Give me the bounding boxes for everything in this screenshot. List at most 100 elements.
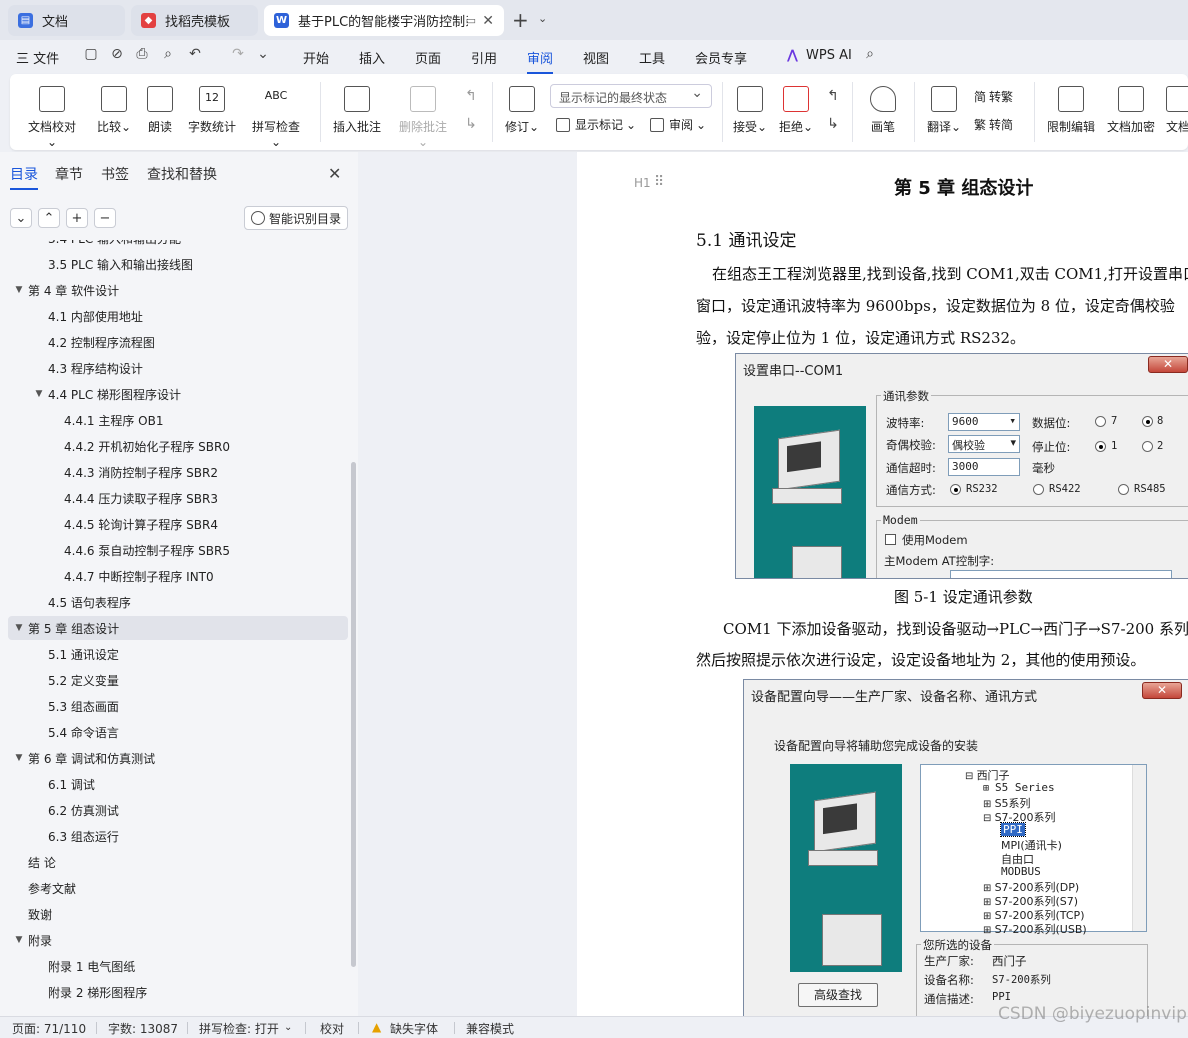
toc-item[interactable]: 附录 2 梯形图程序	[8, 980, 348, 1004]
chevron-down-icon[interactable]: ⌄	[254, 46, 272, 64]
toc-item[interactable]: 5.3 组态画面	[8, 694, 348, 718]
menu-member[interactable]: 会员专享	[695, 48, 747, 67]
markup-state-select[interactable]: 显示标记的最终状态	[550, 84, 712, 108]
next-change-icon[interactable]: ↳	[824, 116, 842, 134]
close-tab-icon[interactable]: ✕	[482, 13, 494, 29]
caret-down-icon[interactable]: ▼	[32, 389, 46, 399]
tab-chapters[interactable]: 章节	[55, 164, 83, 184]
read-aloud-button[interactable]: 朗读	[146, 74, 174, 135]
menu-start[interactable]: 开始	[303, 48, 329, 67]
expand-up-button[interactable]: ⌃	[38, 208, 60, 228]
link-icon[interactable]: ⊘	[108, 46, 126, 64]
chevron-down-icon[interactable]: ⌄	[538, 12, 547, 25]
menu-insert[interactable]: 插入	[359, 48, 385, 67]
toc-item[interactable]: ▼ 第 5 章 组态设计	[8, 616, 348, 640]
to-simplified-button[interactable]: 繁转简	[974, 116, 1013, 133]
show-markup-button[interactable]: 显示标记 ⌄	[556, 116, 636, 133]
redo-icon[interactable]: ↷	[229, 46, 247, 64]
to-traditional-button[interactable]: 简转繁	[974, 88, 1013, 105]
new-tab-icon[interactable]: +	[512, 8, 529, 32]
caret-down-icon[interactable]: ▼	[12, 623, 26, 633]
toc-item[interactable]: ▼ 附录	[8, 928, 348, 952]
toc-item[interactable]: 结 论	[8, 850, 348, 874]
document-page[interactable]: H1 ⠿ 第 5 章 组态设计 5.1 通讯设定 在组态王工程浏览器里,找到设备…	[577, 152, 1188, 1016]
toc-item[interactable]: 4.4.4 压力读取子程序 SBR3	[8, 486, 348, 510]
spell-check-button[interactable]: ABC 拼写检查⌄	[248, 74, 304, 149]
spell-check-status[interactable]: 拼写检查: 打开	[199, 1020, 279, 1037]
toc-item[interactable]: 3.5 PLC 输入和输出接线图	[8, 252, 348, 276]
toc-item[interactable]: 4.1 内部使用地址	[8, 304, 348, 328]
toc-item[interactable]: ▼ 第 6 章 调试和仿真测试	[8, 746, 348, 770]
caret-down-icon[interactable]: ▼	[12, 935, 26, 945]
proofread-button[interactable]: 文档校对⌄	[26, 74, 78, 149]
toc-item[interactable]: 6.2 仿真测试	[8, 798, 348, 822]
menu-review[interactable]: 审阅	[527, 48, 554, 74]
remove-heading-button[interactable]: −	[94, 208, 116, 228]
drag-handle-icon[interactable]: ⠿	[654, 174, 664, 190]
menu-reference[interactable]: 引用	[471, 48, 497, 67]
toc-item[interactable]: 4.4.7 中断控制子程序 INT0	[8, 564, 348, 588]
accept-button[interactable]: 接受⌄	[732, 74, 768, 135]
compare-button[interactable]: 比较⌄	[96, 74, 132, 135]
toc-item[interactable]: 4.4.5 轮询计算子程序 SBR4	[8, 512, 348, 536]
prev-change-icon[interactable]: ↰	[824, 88, 842, 106]
undo-icon[interactable]: ↶	[186, 46, 204, 64]
add-heading-button[interactable]: +	[66, 208, 88, 228]
delete-comment-button[interactable]: 删除批注⌄	[394, 74, 452, 149]
toc-item[interactable]: 6.1 调试	[8, 772, 348, 796]
chevron-down-icon[interactable]: ⌄	[284, 1022, 292, 1033]
toc-item[interactable]: 3.4 PLC 输入和输出分配	[8, 240, 348, 250]
toc-item[interactable]: 5.2 定义变量	[8, 668, 348, 692]
file-menu[interactable]: 三 文件	[16, 48, 59, 67]
insert-comment-button[interactable]: 插入批注	[332, 74, 382, 135]
next-comment-icon[interactable]: ↳	[462, 116, 480, 134]
toc-item[interactable]: ▼ 第 4 章 软件设计	[8, 278, 348, 302]
wps-ai-icon[interactable]: ⋀	[787, 48, 798, 63]
translate-button[interactable]: 翻译⌄	[926, 74, 962, 135]
toc-item[interactable]: 4.4.3 消防控制子程序 SBR2	[8, 460, 348, 484]
page-indicator[interactable]: 页面: 71/110	[12, 1020, 86, 1037]
encrypt-button[interactable]: 文档加密	[1106, 74, 1156, 135]
menu-page[interactable]: 页面	[415, 48, 441, 67]
missing-font-status[interactable]: 缺失字体	[390, 1020, 438, 1037]
tab-bookmarks[interactable]: 书签	[101, 164, 129, 184]
tab-docer[interactable]: ◆ 找稻壳模板	[131, 5, 258, 36]
collapse-all-button[interactable]: ⌄	[10, 208, 32, 228]
word-count[interactable]: 字数: 13087	[108, 1020, 178, 1037]
menu-view[interactable]: 视图	[583, 48, 609, 67]
menu-tools[interactable]: 工具	[639, 48, 665, 67]
print-icon[interactable]: ⎙	[133, 46, 151, 64]
toc-item[interactable]: 参考文献	[8, 876, 348, 900]
toc-item[interactable]: ▼ 4.4 PLC 梯形图程序设计	[8, 382, 348, 406]
toc-item[interactable]: 4.5 语句表程序	[8, 590, 348, 614]
caret-down-icon[interactable]: ▼	[12, 753, 26, 763]
review-pane-button[interactable]: 审阅 ⌄	[650, 116, 706, 133]
smart-toc-button[interactable]: 智能识别目录	[244, 206, 348, 230]
toc-item[interactable]: 4.4.6 泵自动控制子程序 SBR5	[8, 538, 348, 562]
heading-level-marker[interactable]: H1	[634, 176, 651, 190]
tab-current-document[interactable]: W 基于PLC的智能楼宇消防控制系 ▭ ✕	[264, 5, 504, 36]
toc-item[interactable]: 4.4.2 开机初始化子程序 SBR0	[8, 434, 348, 458]
scrollbar[interactable]	[351, 462, 356, 967]
tab-docs[interactable]: ▤ 文档	[8, 5, 125, 36]
tab-find-replace[interactable]: 查找和替换	[147, 164, 217, 184]
toc-item[interactable]: 致谢	[8, 902, 348, 926]
pen-button[interactable]: 画笔	[868, 74, 898, 135]
toc-item[interactable]: 4.2 控制程序流程图	[8, 330, 348, 354]
search-icon[interactable]: ⌕	[861, 46, 879, 64]
reject-button[interactable]: 拒绝⌄	[778, 74, 814, 135]
toc-item[interactable]: 4.3 程序结构设计	[8, 356, 348, 380]
tab-toc[interactable]: 目录	[10, 164, 38, 190]
track-changes-button[interactable]: 修订⌄	[504, 74, 540, 135]
document-button[interactable]: 文档	[1166, 74, 1188, 135]
toc-item[interactable]: 6.3 组态运行	[8, 824, 348, 848]
toc-item[interactable]: 4.4.1 主程序 OB1	[8, 408, 348, 432]
save-icon[interactable]: ▢	[82, 46, 100, 64]
compat-mode-status[interactable]: 兼容模式	[466, 1020, 514, 1037]
toc-item[interactable]: 5.4 命令语言	[8, 720, 348, 744]
restrict-edit-button[interactable]: 限制编辑	[1046, 74, 1096, 135]
caret-down-icon[interactable]: ▼	[12, 285, 26, 295]
wps-ai-button[interactable]: WPS AI	[806, 48, 852, 63]
toc-item[interactable]: 附录 1 电气图纸	[8, 954, 348, 978]
print-preview-icon[interactable]: ⌕	[159, 46, 177, 64]
